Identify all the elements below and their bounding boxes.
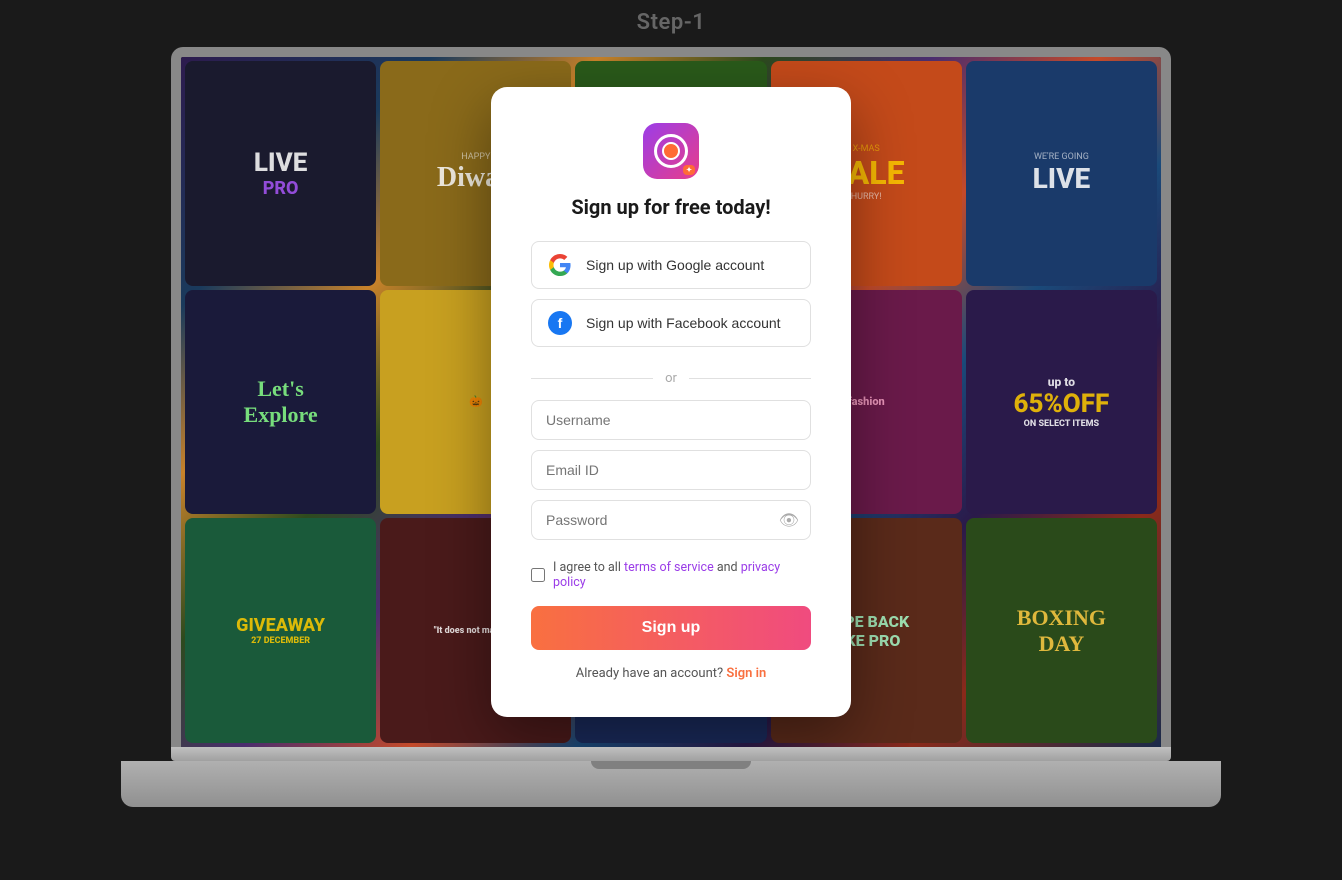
email-input[interactable] [531, 450, 811, 490]
laptop-screen: LIVEPRO HAPPYDiwali KEEPERS X-MASSALEHUR… [171, 47, 1171, 747]
app-logo-tag: ✦ [683, 165, 695, 175]
modal-title: Sign up for free today! [571, 195, 770, 219]
facebook-signup-button[interactable]: f Sign up with Facebook account [531, 299, 811, 347]
terms-text: I agree to all terms of service and priv… [553, 560, 811, 590]
password-input[interactable] [531, 500, 811, 540]
google-btn-label: Sign up with Google account [586, 257, 764, 273]
laptop-base [121, 747, 1221, 807]
eye-icon[interactable]: 👁 [779, 511, 799, 530]
divider: or [531, 371, 811, 386]
step-label: Step-1 [637, 10, 706, 35]
facebook-icon: f [548, 311, 572, 335]
signin-row: Already have an account? Sign in [576, 666, 766, 681]
terms-of-service-link[interactable]: terms of service [624, 560, 714, 575]
password-wrapper: 👁 [531, 500, 811, 540]
laptop-frame: LIVEPRO HAPPYDiwali KEEPERS X-MASSALEHUR… [121, 47, 1221, 807]
signup-button[interactable]: Sign up [531, 606, 811, 650]
signin-link[interactable]: Sign in [726, 666, 766, 681]
app-logo: ✦ [643, 123, 699, 179]
facebook-btn-label: Sign up with Facebook account [586, 315, 781, 331]
google-signup-button[interactable]: Sign up with Google account [531, 241, 811, 289]
modal-overlay: ✦ Sign up for free today! Sign up with G… [181, 57, 1161, 747]
terms-row: I agree to all terms of service and priv… [531, 560, 811, 590]
username-input[interactable] [531, 400, 811, 440]
terms-checkbox[interactable] [531, 568, 545, 582]
google-icon [548, 253, 572, 277]
signup-modal: ✦ Sign up for free today! Sign up with G… [491, 87, 851, 717]
